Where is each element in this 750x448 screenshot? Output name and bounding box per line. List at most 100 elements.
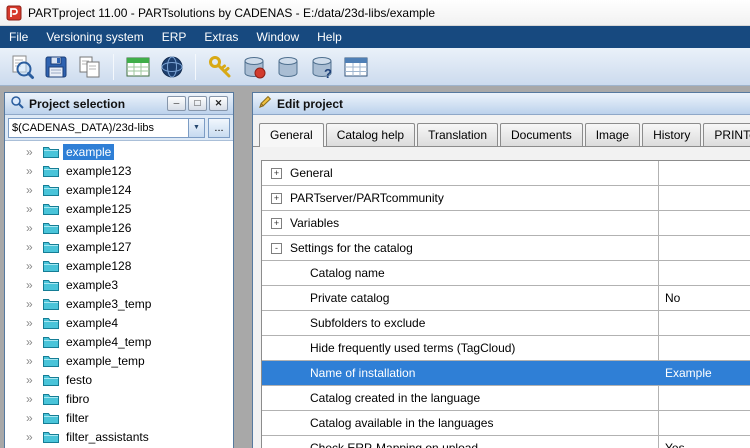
expand-chevron-icon[interactable] [26, 316, 43, 330]
globe-icon[interactable] [156, 51, 187, 82]
property-label-cell[interactable]: Hide frequently used terms (TagCloud) [262, 336, 659, 360]
property-row-variables[interactable]: + Variables [262, 211, 750, 236]
tree-item-filter_assistants[interactable]: filter_assistants [5, 427, 233, 446]
property-row-partserver-partcommunity[interactable]: + PARTserver/PARTcommunity [262, 186, 750, 211]
property-label-cell[interactable]: Name of installation [262, 361, 659, 385]
property-label-cell[interactable]: Catalog name [262, 261, 659, 285]
spreadsheet-icon[interactable] [122, 51, 153, 82]
tree-item-example128[interactable]: example128 [5, 256, 233, 275]
property-value-cell[interactable]: Example [659, 361, 750, 385]
property-value-cell[interactable] [659, 261, 750, 285]
search-project-icon[interactable] [6, 51, 37, 82]
close-button[interactable] [209, 96, 228, 111]
property-value-cell[interactable] [659, 236, 750, 260]
tree-item-example123[interactable]: example123 [5, 161, 233, 180]
database-help-icon[interactable]: ? [306, 51, 337, 82]
property-value-cell[interactable]: No [659, 286, 750, 310]
expand-chevron-icon[interactable] [26, 354, 43, 368]
property-value-cell[interactable] [659, 386, 750, 410]
property-row-private-catalog[interactable]: Private catalog No [262, 286, 750, 311]
expand-chevron-icon[interactable] [26, 183, 43, 197]
tree-item-filter[interactable]: filter [5, 408, 233, 427]
expand-chevron-icon[interactable] [26, 202, 43, 216]
menu-erp[interactable]: ERP [153, 27, 196, 47]
property-value-cell[interactable] [659, 311, 750, 335]
expand-chevron-icon[interactable] [26, 297, 43, 311]
property-label-cell[interactable]: Catalog available in the languages [262, 411, 659, 435]
property-value-cell[interactable] [659, 186, 750, 210]
property-label-cell[interactable]: - Settings for the catalog [262, 236, 659, 260]
tree-item-example3_temp[interactable]: example3_temp [5, 294, 233, 313]
property-row-check-erp-mapping-on-upload[interactable]: Check ERP-Mapping on upload Yes [262, 436, 750, 448]
property-label-cell[interactable]: Private catalog [262, 286, 659, 310]
minimize-button[interactable] [167, 96, 186, 111]
property-label-cell[interactable]: Catalog created in the language [262, 386, 659, 410]
property-row-catalog-created-in-the-language[interactable]: Catalog created in the language [262, 386, 750, 411]
expand-chevron-icon[interactable] [26, 221, 43, 235]
tree-item-example3[interactable]: example3 [5, 275, 233, 294]
property-label-cell[interactable]: Check ERP-Mapping on upload [262, 436, 659, 448]
collapse-box-icon[interactable]: - [271, 242, 282, 254]
menu-help[interactable]: Help [308, 27, 351, 47]
table-icon[interactable] [340, 51, 371, 82]
edit-project-titlebar[interactable]: Edit project [253, 93, 750, 115]
expand-chevron-icon[interactable] [26, 145, 43, 159]
tree-item-example4_temp[interactable]: example4_temp [5, 332, 233, 351]
tree-item-fibro[interactable]: fibro [5, 389, 233, 408]
tree-item-example126[interactable]: example126 [5, 218, 233, 237]
property-row-settings-for-the-catalog[interactable]: - Settings for the catalog [262, 236, 750, 261]
tab-printcatalog[interactable]: PRINTcatalog [703, 123, 750, 146]
expand-chevron-icon[interactable] [26, 259, 43, 273]
expand-chevron-icon[interactable] [26, 335, 43, 349]
maximize-button[interactable] [188, 96, 207, 111]
expand-chevron-icon[interactable] [26, 240, 43, 254]
combo-dropdown-icon[interactable]: ▼ [188, 118, 204, 137]
expand-chevron-icon[interactable] [26, 278, 43, 292]
property-row-catalog-available-in-the-languages[interactable]: Catalog available in the languages [262, 411, 750, 436]
tree-item-example124[interactable]: example124 [5, 180, 233, 199]
expand-chevron-icon[interactable] [26, 164, 43, 178]
app-titlebar[interactable]: PARTproject 11.00 - PARTsolutions by CAD… [0, 0, 750, 26]
database-blue-icon[interactable] [272, 51, 303, 82]
property-value-cell[interactable] [659, 336, 750, 360]
tab-documents[interactable]: Documents [500, 123, 583, 146]
property-label-cell[interactable]: + General [262, 161, 659, 185]
property-row-catalog-name[interactable]: Catalog name [262, 261, 750, 286]
tab-history[interactable]: History [642, 123, 702, 146]
tab-translation[interactable]: Translation [417, 123, 499, 146]
tree-item-example_temp[interactable]: example_temp [5, 351, 233, 370]
property-label-cell[interactable]: Subfolders to exclude [262, 311, 659, 335]
expand-box-icon[interactable]: + [271, 167, 282, 179]
property-value-cell[interactable] [659, 161, 750, 185]
database-red-icon[interactable] [238, 51, 269, 82]
menu-versioning-system[interactable]: Versioning system [37, 27, 152, 47]
expand-box-icon[interactable]: + [271, 217, 282, 229]
property-label-cell[interactable]: + Variables [262, 211, 659, 235]
property-row-subfolders-to-exclude[interactable]: Subfolders to exclude [262, 311, 750, 336]
property-row-general[interactable]: + General [262, 161, 750, 186]
expand-chevron-icon[interactable] [26, 392, 43, 406]
property-value-cell[interactable] [659, 211, 750, 235]
tree-item-example4[interactable]: example4 [5, 313, 233, 332]
menu-window[interactable]: Window [247, 27, 308, 47]
tab-image[interactable]: Image [584, 123, 641, 146]
project-selection-titlebar[interactable]: Project selection [5, 93, 233, 115]
property-value-cell[interactable] [659, 411, 750, 435]
property-label-cell[interactable]: + PARTserver/PARTcommunity [262, 186, 659, 210]
path-combobox[interactable]: $(CADENAS_DATA)/23d-libs ▼ [8, 117, 205, 138]
property-row-hide-frequently-used-terms-tagcloud[interactable]: Hide frequently used terms (TagCloud) [262, 336, 750, 361]
tree-item-example125[interactable]: example125 [5, 199, 233, 218]
expand-chevron-icon[interactable] [26, 411, 43, 425]
expand-chevron-icon[interactable] [26, 430, 43, 444]
property-value-cell[interactable]: Yes [659, 436, 750, 448]
copy-icon[interactable] [74, 51, 105, 82]
tree-item-example127[interactable]: example127 [5, 237, 233, 256]
key-icon[interactable] [204, 51, 235, 82]
browse-button[interactable]: ... [208, 117, 230, 138]
tree-item-festo[interactable]: festo [5, 370, 233, 389]
expand-chevron-icon[interactable] [26, 373, 43, 387]
menu-extras[interactable]: Extras [195, 27, 247, 47]
tree-item-example[interactable]: example [5, 142, 233, 161]
expand-box-icon[interactable]: + [271, 192, 282, 204]
tab-general[interactable]: General [259, 123, 324, 147]
